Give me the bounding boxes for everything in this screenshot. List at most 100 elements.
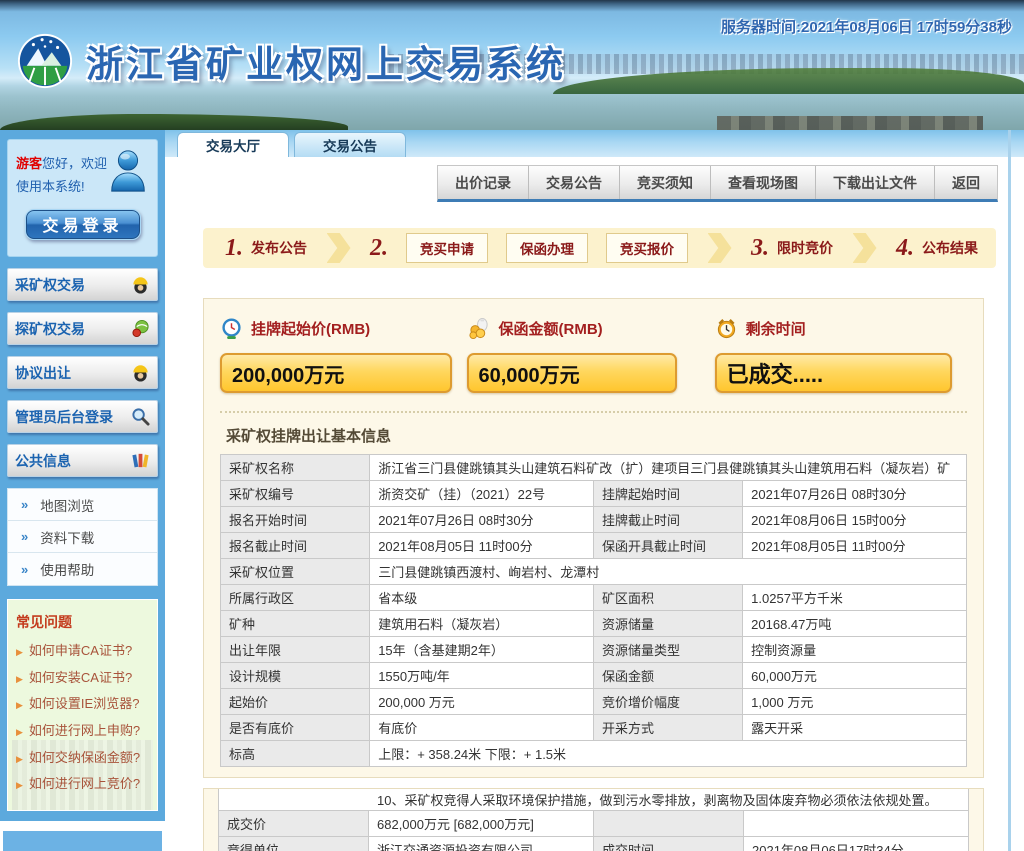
tab-trade-announcements[interactable]: 交易公告	[294, 132, 406, 157]
faq-item-online-bidding[interactable]: ▶ 如何进行网上竞价?	[16, 771, 149, 798]
bid-quote-button[interactable]: 竞买报价	[606, 233, 688, 263]
table-row: 报名截止时间 2021年08月05日 11时00分 保函开具截止时间 2021年…	[221, 533, 967, 559]
dotted-divider	[220, 411, 967, 413]
arrow-right-icon: ▶	[16, 750, 23, 768]
step-1-publish: 1. 发布公告	[225, 235, 307, 262]
books-icon	[131, 451, 150, 470]
view-site-map-button[interactable]: 查看现场图	[710, 166, 815, 199]
table-row: 10、采矿权竞得人采取环境保护措施，做到污水零排放，剥离物及固体废弃物必须依法依…	[219, 789, 969, 811]
time-remaining-label: 剩余时间	[715, 317, 967, 340]
content-area: 交易大厅 交易公告 出价记录 交易公告 竞买须知 查看现场图 下载出让文件 返回…	[165, 130, 1024, 851]
welcome-panel: 游客您好，欢迎 使用本系统! 交易登录	[7, 139, 158, 257]
download-documents-button[interactable]: 下载出让文件	[815, 166, 934, 199]
tab-trading-hall[interactable]: 交易大厅	[177, 132, 289, 157]
buildings-decoration	[717, 116, 983, 130]
table-row: 采矿权位置 三门县健跳镇西渡村、峋岩村、龙潭村	[221, 559, 967, 585]
guarantee-amount-label: 保函金额(RMB)	[467, 317, 691, 340]
sidebar-item-exploration-rights-trading[interactable]: 探矿权交易	[7, 312, 158, 345]
announcements-button[interactable]: 交易公告	[528, 166, 619, 199]
bid-records-button[interactable]: 出价记录	[438, 166, 528, 199]
trade-login-button[interactable]: 交易登录	[25, 209, 141, 240]
table-row: 采矿权编号 浙资交矿（挂）（2021）22号 挂牌起始时间 2021年07月26…	[221, 481, 967, 507]
content-right-border	[1008, 130, 1011, 851]
table-row: 设计规模 1550万吨/年 保函金额 60,000万元	[221, 663, 967, 689]
mining-rights-info-table: 采矿权名称 浙江省三门县健跳镇其头山建筑石料矿改（扩）建项目三门县健跳镇其头山建…	[220, 454, 967, 767]
miner-icon	[131, 363, 150, 382]
chevron-right-icon: »	[21, 529, 28, 544]
listing-start-price-value: 200,000万元	[220, 353, 452, 393]
welcome-text: 游客您好，欢迎 使用本系统!	[16, 152, 108, 199]
sidebar-item-data-download[interactable]: » 资料下载	[8, 521, 157, 553]
sidebar-item-map-browse[interactable]: » 地图浏览	[8, 489, 157, 521]
table-row: 报名开始时间 2021年07月26日 08时30分 挂牌截止时间 2021年08…	[221, 507, 967, 533]
sidebar: 游客您好，欢迎 使用本系统! 交易登录 采矿权交易	[0, 130, 165, 851]
table-row: 出让年限 15年（含基建期2年） 资源储量类型 控制资源量	[221, 637, 967, 663]
chevron-separator-icon	[853, 233, 877, 263]
sidebar-item-public-info[interactable]: 公共信息	[7, 444, 158, 477]
sidebar-item-agreement-transfer[interactable]: 协议出让	[7, 356, 158, 389]
table-row: 起始价 200,000 万元 竞价增价幅度 1,000 万元	[221, 689, 967, 715]
table-row: 是否有底价 有底价 开采方式 露天开采	[221, 715, 967, 741]
info-section-title: 采矿权挂牌出让基本信息	[226, 425, 967, 446]
arrow-right-icon: ▶	[16, 643, 23, 661]
trees-decoration	[0, 114, 348, 130]
magnifier-icon	[131, 407, 150, 426]
bidding-notice-button[interactable]: 竞买须知	[619, 166, 710, 199]
faq-item-guarantee-payment[interactable]: ▶ 如何交纳保函金额?	[16, 745, 149, 772]
faq-item-online-purchase[interactable]: ▶ 如何进行网上申购?	[16, 718, 149, 745]
miner-icon	[131, 275, 150, 294]
step-2-apply: 2. 竞买申请 保函办理 竞买报价	[370, 233, 688, 263]
arrow-right-icon: ▶	[16, 723, 23, 741]
process-steps-bar: 1. 发布公告 2. 竞买申请 保函办理 竞买报价 3. 限时竞价 4. 公布结…	[203, 228, 996, 268]
step-3-timed-bidding: 3. 限时竞价	[751, 235, 833, 262]
table-row: 所属行政区 省本级 矿区面积 1.0257平方千米	[221, 585, 967, 611]
notice-clause-text: 10、采矿权竞得人采取环境保护措施，做到污水零排放，剥离物及固体废弃物必须依法依…	[219, 789, 969, 811]
chevron-right-icon: »	[21, 497, 28, 512]
winner-row: 竞得单位 浙江交通资源投资有限公司 成交时间 2021年08月06日17时34分	[219, 837, 969, 851]
exploration-icon	[131, 319, 150, 338]
table-row: 采矿权名称 浙江省三门县健跳镇其头山建筑石料矿改（扩）建项目三门县健跳镇其头山建…	[221, 455, 967, 481]
faq-item-ie-setup[interactable]: ▶ 如何设置IE浏览器?	[16, 691, 149, 718]
sidebar-item-mining-rights-trading[interactable]: 采矿权交易	[7, 268, 158, 301]
faq-item-install-ca[interactable]: ▶ 如何安装CA证书?	[16, 665, 149, 692]
toolbar: 出价记录 交易公告 竞买须知 查看现场图 下载出让文件 返回	[165, 165, 998, 202]
user-icon	[105, 148, 151, 194]
guarantee-process-button[interactable]: 保函办理	[506, 233, 588, 263]
arrow-right-icon: ▶	[16, 776, 23, 794]
sidebar-item-help[interactable]: » 使用帮助	[8, 553, 157, 585]
page-title: 浙江省矿业权网上交易系统	[86, 34, 566, 88]
tab-strip: 交易大厅 交易公告	[165, 130, 1024, 157]
sidebar-submenu: » 地图浏览 » 资料下载 » 使用帮助	[7, 488, 158, 586]
listing-start-price-label: 挂牌起始价(RMB)	[220, 317, 467, 340]
clock-icon	[220, 317, 243, 340]
deal-result-table: 10、采矿权竞得人采取环境保护措施，做到污水零排放，剥离物及固体废弃物必须依法依…	[218, 789, 969, 851]
chevron-right-icon: »	[21, 562, 28, 577]
faq-item-apply-ca[interactable]: ▶ 如何申请CA证书?	[16, 638, 149, 665]
back-button[interactable]: 返回	[934, 166, 997, 199]
step-4-results: 4. 公布结果	[896, 235, 978, 262]
alarm-clock-icon	[715, 317, 738, 340]
sidebar-item-admin-login[interactable]: 管理员后台登录	[7, 400, 158, 433]
chevron-separator-icon	[327, 233, 351, 263]
guarantee-amount-value: 60,000万元	[467, 353, 678, 393]
faq-title: 常见问题	[16, 612, 149, 632]
guest-label: 游客	[16, 156, 42, 171]
faq-panel: 常见问题 ▶ 如何申请CA证书? ▶ 如何安装CA证书? ▶ 如何设置IE浏览器…	[7, 599, 158, 811]
table-row: 标高 上限：+ 358.24米 下限：+ 1.5米	[221, 741, 967, 767]
deal-price-row: 成交价 682,000万元 [682,000万元]	[219, 811, 969, 837]
arrow-right-icon: ▶	[16, 696, 23, 714]
purchase-apply-button[interactable]: 竞买申请	[406, 233, 488, 263]
sidebar-footer-panel	[3, 831, 162, 851]
arrow-right-icon: ▶	[16, 670, 23, 688]
chevron-separator-icon	[708, 233, 732, 263]
site-logo-icon	[16, 32, 74, 90]
site-header: 浙江省矿业权网上交易系统 服务器时间:2021年08月06日 17时59分38秒	[0, 0, 1024, 130]
server-time: 服务器时间:2021年08月06日 17时59分38秒	[721, 16, 1012, 37]
listing-info-panel: 挂牌起始价(RMB) 200,000万元	[203, 298, 984, 778]
table-row: 矿种 建筑用石料（凝灰岩） 资源储量 20168.47万吨	[221, 611, 967, 637]
time-remaining-value: 已成交.....	[715, 353, 952, 393]
summary-row: 挂牌起始价(RMB) 200,000万元	[220, 317, 967, 393]
brand-block: 浙江省矿业权网上交易系统	[16, 32, 566, 90]
money-icon	[467, 317, 491, 340]
deal-result-panel: 10、采矿权竞得人采取环境保护措施，做到污水零排放，剥离物及固体废弃物必须依法依…	[203, 788, 984, 851]
